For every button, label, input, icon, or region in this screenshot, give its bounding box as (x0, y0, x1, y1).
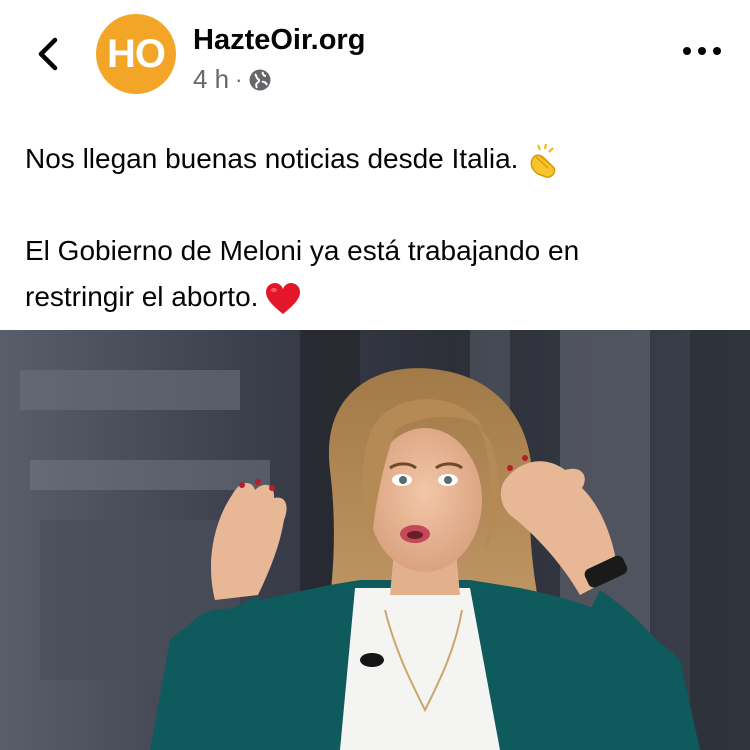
avatar-text: HO (107, 31, 166, 76)
post-header: HO HazteOir.org 4 h · (0, 0, 750, 110)
woman-speaking-photo (0, 330, 750, 750)
post-message: Nos llegan buenas noticias desde Italia.… (25, 136, 725, 320)
clapping-hands-emoji (530, 143, 556, 178)
red-heart-emoji (266, 282, 301, 314)
page-name[interactable]: HazteOir.org (193, 24, 365, 57)
globe-icon[interactable] (248, 68, 272, 92)
back-button[interactable] (28, 32, 68, 76)
separator: · (235, 66, 243, 92)
chevron-left-icon (38, 37, 58, 71)
avatar[interactable]: HO (96, 14, 176, 94)
more-options-button[interactable] (680, 36, 724, 66)
post-line-3: restringir el aborto. (25, 274, 725, 320)
post-line-3-text: restringir el aborto. (25, 281, 259, 312)
more-horizontal-icon (683, 47, 721, 55)
post-meta: 4 h · (193, 64, 272, 95)
post-line-1-text: Nos llegan buenas noticias desde Italia. (25, 143, 519, 174)
timestamp[interactable]: 4 h (193, 64, 229, 95)
post-line-2: El Gobierno de Meloni ya está trabajando… (25, 235, 580, 266)
post-photo[interactable] (0, 330, 750, 750)
post-line-1: Nos llegan buenas noticias desde Italia. (25, 136, 725, 182)
